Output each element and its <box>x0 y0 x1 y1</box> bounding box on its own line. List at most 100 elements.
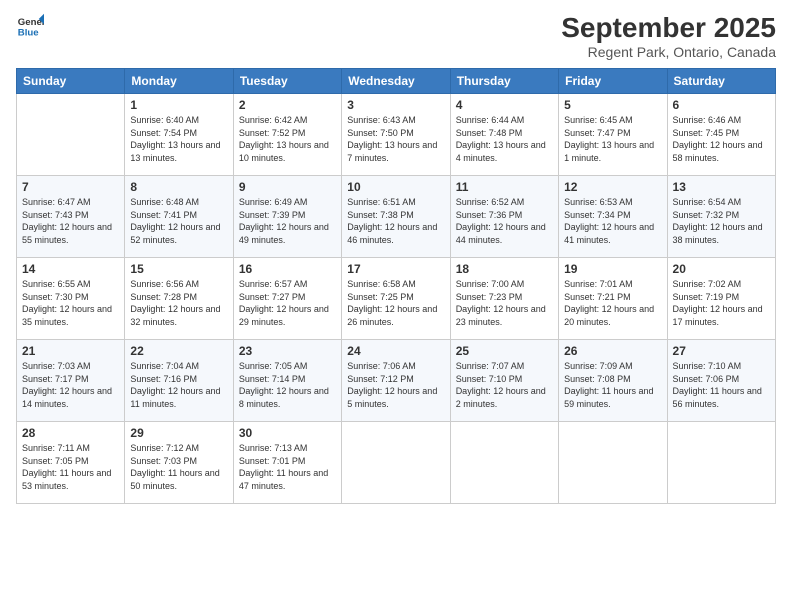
day-number: 2 <box>239 98 336 112</box>
day-number: 22 <box>130 344 227 358</box>
day-info: Sunrise: 6:46 AMSunset: 7:45 PMDaylight:… <box>673 114 770 164</box>
calendar-cell: 15 Sunrise: 6:56 AMSunset: 7:28 PMDayligh… <box>125 258 233 340</box>
page: General Blue September 2025 Regent Park,… <box>0 0 792 612</box>
day-number: 16 <box>239 262 336 276</box>
day-number: 9 <box>239 180 336 194</box>
weekday-saturday: Saturday <box>667 69 775 94</box>
calendar-cell <box>667 422 775 504</box>
day-number: 13 <box>673 180 770 194</box>
day-number: 6 <box>673 98 770 112</box>
weekday-wednesday: Wednesday <box>342 69 450 94</box>
day-info: Sunrise: 6:58 AMSunset: 7:25 PMDaylight:… <box>347 278 444 328</box>
day-number: 1 <box>130 98 227 112</box>
day-info: Sunrise: 6:40 AMSunset: 7:54 PMDaylight:… <box>130 114 227 164</box>
day-info: Sunrise: 7:09 AMSunset: 7:08 PMDaylight:… <box>564 360 661 410</box>
day-number: 27 <box>673 344 770 358</box>
day-info: Sunrise: 7:10 AMSunset: 7:06 PMDaylight:… <box>673 360 770 410</box>
weekday-tuesday: Tuesday <box>233 69 341 94</box>
day-info: Sunrise: 6:48 AMSunset: 7:41 PMDaylight:… <box>130 196 227 246</box>
calendar-cell: 5 Sunrise: 6:45 AMSunset: 7:47 PMDaylight… <box>559 94 667 176</box>
day-info: Sunrise: 7:01 AMSunset: 7:21 PMDaylight:… <box>564 278 661 328</box>
day-number: 29 <box>130 426 227 440</box>
calendar-cell: 25 Sunrise: 7:07 AMSunset: 7:10 PMDayligh… <box>450 340 558 422</box>
day-number: 18 <box>456 262 553 276</box>
day-info: Sunrise: 6:45 AMSunset: 7:47 PMDaylight:… <box>564 114 661 164</box>
logo-icon: General Blue <box>16 12 44 40</box>
calendar-cell: 18 Sunrise: 7:00 AMSunset: 7:23 PMDayligh… <box>450 258 558 340</box>
day-info: Sunrise: 6:53 AMSunset: 7:34 PMDaylight:… <box>564 196 661 246</box>
calendar-cell: 3 Sunrise: 6:43 AMSunset: 7:50 PMDaylight… <box>342 94 450 176</box>
day-number: 11 <box>456 180 553 194</box>
calendar-week-2: 7Sunrise: 6:47 AMSunset: 7:43 PMDaylight… <box>17 176 776 258</box>
day-info: Sunrise: 6:49 AMSunset: 7:39 PMDaylight:… <box>239 196 336 246</box>
title-block: September 2025 Regent Park, Ontario, Can… <box>561 12 776 60</box>
day-info: Sunrise: 6:47 AMSunset: 7:43 PMDaylight:… <box>22 196 119 246</box>
day-number: 21 <box>22 344 119 358</box>
calendar-header: Sunday Monday Tuesday Wednesday Thursday… <box>17 69 776 94</box>
calendar-cell: 30 Sunrise: 7:13 AMSunset: 7:01 PMDayligh… <box>233 422 341 504</box>
day-number: 3 <box>347 98 444 112</box>
day-info: Sunrise: 6:42 AMSunset: 7:52 PMDaylight:… <box>239 114 336 164</box>
day-info: Sunrise: 7:02 AMSunset: 7:19 PMDaylight:… <box>673 278 770 328</box>
calendar-cell: 4 Sunrise: 6:44 AMSunset: 7:48 PMDaylight… <box>450 94 558 176</box>
header: General Blue September 2025 Regent Park,… <box>16 12 776 60</box>
day-info: Sunrise: 6:52 AMSunset: 7:36 PMDaylight:… <box>456 196 553 246</box>
day-info: Sunrise: 7:13 AMSunset: 7:01 PMDaylight:… <box>239 442 336 492</box>
svg-text:Blue: Blue <box>18 28 39 39</box>
day-info: Sunrise: 7:06 AMSunset: 7:12 PMDaylight:… <box>347 360 444 410</box>
calendar-cell: 14Sunrise: 6:55 AMSunset: 7:30 PMDayligh… <box>17 258 125 340</box>
day-number: 12 <box>564 180 661 194</box>
day-number: 15 <box>130 262 227 276</box>
calendar-cell: 12 Sunrise: 6:53 AMSunset: 7:34 PMDayligh… <box>559 176 667 258</box>
calendar-cell: 22Sunrise: 7:04 AMSunset: 7:16 PMDayligh… <box>125 340 233 422</box>
calendar-cell: 27 Sunrise: 7:10 AMSunset: 7:06 PMDayligh… <box>667 340 775 422</box>
subtitle: Regent Park, Ontario, Canada <box>561 44 776 60</box>
main-title: September 2025 <box>561 12 776 44</box>
calendar-cell: 21 Sunrise: 7:03 AMSunset: 7:17 PMDayligh… <box>17 340 125 422</box>
day-info: Sunrise: 7:05 AMSunset: 7:14 PMDaylight:… <box>239 360 336 410</box>
calendar-cell: 19 Sunrise: 7:01 AMSunset: 7:21 PMDayligh… <box>559 258 667 340</box>
day-info: Sunrise: 7:12 AMSunset: 7:03 PMDaylight:… <box>130 442 227 492</box>
day-info: Sunrise: 6:43 AMSunset: 7:50 PMDaylight:… <box>347 114 444 164</box>
weekday-monday: Monday <box>125 69 233 94</box>
day-number: 19 <box>564 262 661 276</box>
calendar-cell <box>342 422 450 504</box>
calendar-cell: 28 Sunrise: 7:11 AMSunset: 7:05 PMDayligh… <box>17 422 125 504</box>
day-info: Sunrise: 7:07 AMSunset: 7:10 PMDaylight:… <box>456 360 553 410</box>
day-info: Sunrise: 6:44 AMSunset: 7:48 PMDaylight:… <box>456 114 553 164</box>
calendar-table: Sunday Monday Tuesday Wednesday Thursday… <box>16 68 776 504</box>
day-info: Sunrise: 6:57 AMSunset: 7:27 PMDaylight:… <box>239 278 336 328</box>
logo: General Blue <box>16 12 44 40</box>
day-number: 5 <box>564 98 661 112</box>
day-info: Sunrise: 6:55 AMSunset: 7:30 PMDaylight:… <box>22 278 119 328</box>
calendar-cell <box>17 94 125 176</box>
day-number: 28 <box>22 426 119 440</box>
calendar-cell: 20 Sunrise: 7:02 AMSunset: 7:19 PMDayligh… <box>667 258 775 340</box>
calendar-cell: 26 Sunrise: 7:09 AMSunset: 7:08 PMDayligh… <box>559 340 667 422</box>
day-number: 4 <box>456 98 553 112</box>
day-info: Sunrise: 7:03 AMSunset: 7:17 PMDaylight:… <box>22 360 119 410</box>
calendar-cell: 9 Sunrise: 6:49 AMSunset: 7:39 PMDaylight… <box>233 176 341 258</box>
day-info: Sunrise: 7:00 AMSunset: 7:23 PMDaylight:… <box>456 278 553 328</box>
calendar-cell: 13Sunrise: 6:54 AMSunset: 7:32 PMDayligh… <box>667 176 775 258</box>
weekday-row: Sunday Monday Tuesday Wednesday Thursday… <box>17 69 776 94</box>
day-number: 30 <box>239 426 336 440</box>
day-info: Sunrise: 7:11 AMSunset: 7:05 PMDaylight:… <box>22 442 119 492</box>
calendar-cell: 2 Sunrise: 6:42 AMSunset: 7:52 PMDaylight… <box>233 94 341 176</box>
calendar-cell: 24Sunrise: 7:06 AMSunset: 7:12 PMDayligh… <box>342 340 450 422</box>
calendar-cell: 23Sunrise: 7:05 AMSunset: 7:14 PMDayligh… <box>233 340 341 422</box>
calendar-cell: 16 Sunrise: 6:57 AMSunset: 7:27 PMDayligh… <box>233 258 341 340</box>
day-number: 20 <box>673 262 770 276</box>
day-number: 26 <box>564 344 661 358</box>
calendar-cell: 6 Sunrise: 6:46 AMSunset: 7:45 PMDaylight… <box>667 94 775 176</box>
calendar-cell: 1 Sunrise: 6:40 AMSunset: 7:54 PMDaylight… <box>125 94 233 176</box>
day-info: Sunrise: 6:56 AMSunset: 7:28 PMDaylight:… <box>130 278 227 328</box>
calendar-cell: 8Sunrise: 6:48 AMSunset: 7:41 PMDaylight… <box>125 176 233 258</box>
day-number: 17 <box>347 262 444 276</box>
day-number: 10 <box>347 180 444 194</box>
weekday-sunday: Sunday <box>17 69 125 94</box>
calendar-cell: 17 Sunrise: 6:58 AMSunset: 7:25 PMDayligh… <box>342 258 450 340</box>
day-number: 25 <box>456 344 553 358</box>
calendar-week-3: 14Sunrise: 6:55 AMSunset: 7:30 PMDayligh… <box>17 258 776 340</box>
calendar-cell: 11 Sunrise: 6:52 AMSunset: 7:36 PMDayligh… <box>450 176 558 258</box>
